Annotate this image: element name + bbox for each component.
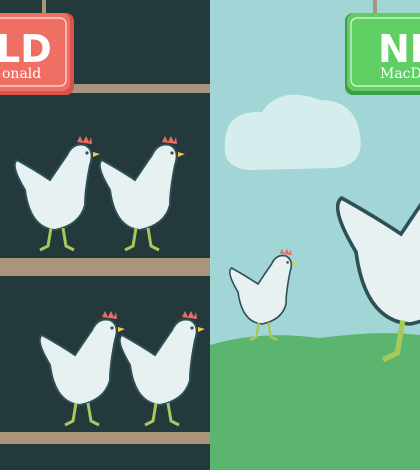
new-sign-subtitle: MacD bbox=[380, 66, 420, 82]
new-sign-title: NE bbox=[378, 27, 420, 71]
old-sign: LD onald bbox=[0, 0, 74, 95]
comparison-illustration: LD onald NE MacD bbox=[0, 0, 420, 470]
shelf-middle bbox=[0, 258, 210, 276]
grass bbox=[210, 333, 420, 470]
shelf-bottom bbox=[0, 432, 210, 444]
shelf-top bbox=[70, 84, 210, 93]
old-sign-title: LD bbox=[0, 27, 52, 71]
old-sign-subtitle: onald bbox=[2, 66, 41, 82]
new-sign: NE MacD bbox=[345, 0, 420, 95]
